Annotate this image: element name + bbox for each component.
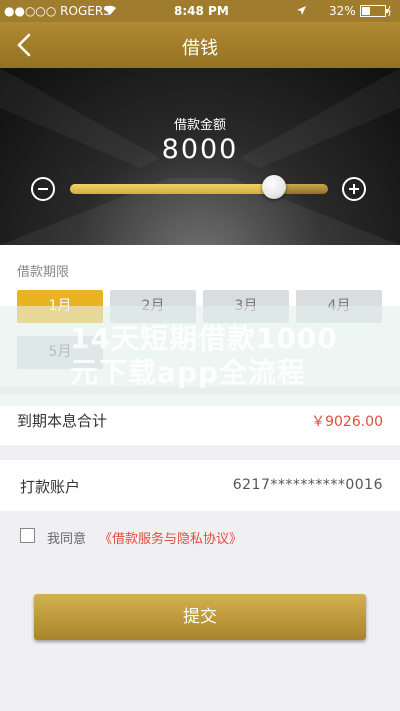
term-label: 借款期限 — [17, 265, 70, 280]
amount-value: 8000 — [161, 134, 239, 165]
account-number: 6217**********0016 — [232, 477, 383, 493]
slider-fill — [70, 184, 274, 194]
loan-amount-panel: 借款金额 8000 — [0, 68, 400, 245]
clock-time: 8:48 PM — [174, 4, 229, 18]
minus-circle-icon[interactable] — [31, 177, 55, 201]
agreement-prefix: 我同意 — [47, 532, 87, 547]
account-label: 打款账户 — [20, 478, 81, 496]
amount-slider[interactable] — [70, 184, 328, 194]
payout-account-row[interactable]: 打款账户 6217**********0016 — [0, 460, 400, 511]
amount-label: 借款金额 — [173, 118, 226, 133]
total-value: ￥9026.00 — [311, 414, 383, 430]
battery-charging-icon — [360, 5, 391, 17]
watermark-text: 14天短期借款1000元下载app全流程 — [70, 322, 338, 389]
wifi-icon — [104, 5, 116, 15]
battery-percent: 32% — [329, 4, 356, 18]
status-bar: ●●○○○ ROGERS 8:48 PM 32% — [0, 0, 400, 22]
plus-circle-icon[interactable] — [342, 177, 366, 201]
total-label: 到期本息合计 — [17, 412, 108, 430]
slider-handle[interactable] — [261, 175, 286, 199]
carrier-label: ●●○○○ ROGERS — [4, 4, 111, 18]
watermark-overlay: 14天短期借款1000元下载app全流程 — [0, 306, 400, 406]
submit-button[interactable]: 提交 — [34, 594, 366, 640]
agreement-link[interactable]: 《借款服务与隐私协议》 — [99, 528, 242, 547]
location-arrow-icon — [297, 6, 306, 15]
agreement-checkbox[interactable] — [20, 528, 35, 543]
navigation-bar: 借钱 — [0, 22, 400, 68]
page-title: 借钱 — [182, 38, 218, 59]
